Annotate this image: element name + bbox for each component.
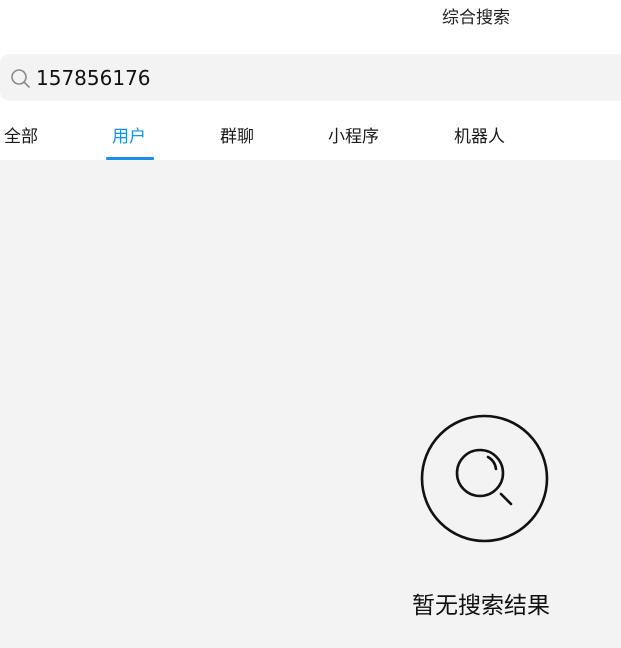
- search-input[interactable]: [36, 62, 556, 94]
- search-bar[interactable]: [0, 54, 621, 101]
- results-area: 暂无搜索结果: [0, 160, 621, 648]
- tab-bots[interactable]: 机器人: [454, 125, 505, 149]
- empty-state-message: 暂无搜索结果: [412, 593, 550, 619]
- tab-mini-programs[interactable]: 小程序: [328, 125, 379, 149]
- tab-group-chats[interactable]: 群聊: [220, 125, 254, 149]
- search-page: 综合搜索 全部 用户 群聊 小程序 机器人 暂无搜索结果: [0, 0, 621, 648]
- empty-search-icon: [420, 414, 549, 543]
- search-category-tabs: 全部 用户 群聊 小程序 机器人: [0, 114, 621, 160]
- tab-all[interactable]: 全部: [4, 125, 38, 149]
- search-icon: [11, 69, 30, 88]
- tab-users[interactable]: 用户: [112, 125, 146, 149]
- page-title: 综合搜索: [442, 8, 510, 28]
